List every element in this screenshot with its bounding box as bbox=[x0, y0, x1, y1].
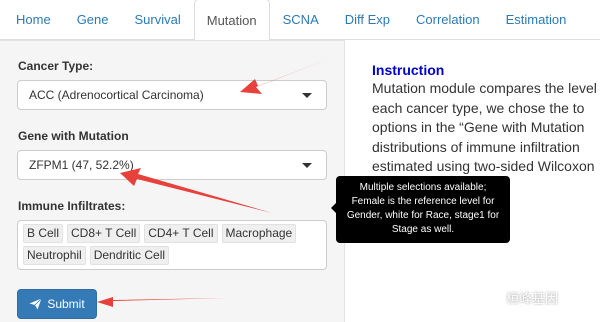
watermark-text: 桓峰基因 bbox=[506, 291, 559, 306]
cancer-type-select[interactable]: ACC (Adrenocortical Carcinoma) bbox=[17, 80, 327, 110]
submit-label: Submit bbox=[47, 297, 85, 311]
caret-down-icon bbox=[302, 163, 312, 168]
cancer-type-label: Cancer Type: bbox=[18, 59, 94, 73]
infiltrates-multiselect[interactable]: B Cell CD8+ T Cell CD4+ T Cell Macrophag… bbox=[17, 220, 327, 270]
tooltip-line: Multiple selections available; bbox=[359, 182, 487, 193]
gene-value: ZFPM1 (47, 52.2%) bbox=[29, 158, 134, 172]
tab-gene[interactable]: Gene bbox=[64, 0, 122, 39]
paper-plane-icon bbox=[29, 298, 43, 310]
tab-scna[interactable]: SCNA bbox=[270, 0, 332, 39]
instruction-line: Mutation module compares the level bbox=[372, 80, 597, 96]
instruction-title: Instruction bbox=[372, 62, 445, 78]
chip-dendritic-cell[interactable]: Dendritic Cell bbox=[89, 246, 170, 265]
tab-home[interactable]: Home bbox=[3, 0, 64, 39]
tab-mutation[interactable]: Mutation bbox=[193, 0, 270, 40]
page: Home Gene Survival Mutation SCNA Diff Ex… bbox=[0, 0, 600, 322]
instruction-panel: Instruction Mutation module compares the… bbox=[372, 62, 600, 177]
chip-neutrophil[interactable]: Neutrophil bbox=[23, 246, 86, 265]
caret-down-icon bbox=[302, 93, 312, 98]
instruction-line: each cancer type, we chose the to bbox=[372, 99, 585, 116]
instruction-line: distributions of immune infiltration bbox=[372, 138, 580, 155]
chip-cd8-t-cell[interactable]: CD8+ T Cell bbox=[67, 224, 141, 243]
tooltip-line: Female is the reference level for bbox=[351, 196, 495, 207]
gene-select[interactable]: ZFPM1 (47, 52.2%) bbox=[17, 150, 327, 180]
chip-macrophage[interactable]: Macrophage bbox=[221, 224, 297, 243]
chip-cd4-t-cell[interactable]: CD4+ T Cell bbox=[144, 224, 218, 243]
gene-label: Gene with Mutation bbox=[18, 129, 129, 143]
tooltip: Multiple selections available; Female is… bbox=[331, 176, 510, 243]
tab-survival[interactable]: Survival bbox=[122, 0, 194, 39]
submit-button[interactable]: Submit bbox=[17, 289, 97, 319]
instruction-line: estimated using two-sided Wilcoxon bbox=[372, 158, 595, 174]
instruction-line: options in the “Gene with Mutation bbox=[372, 119, 585, 135]
watermark: 桓峰基因 bbox=[488, 288, 558, 307]
tab-estimation[interactable]: Estimation bbox=[493, 0, 580, 39]
tooltip-line: Gender, white for Race, stage1 for bbox=[346, 210, 500, 221]
wechat-icon bbox=[488, 291, 502, 304]
chip-b-cell[interactable]: B Cell bbox=[23, 224, 64, 243]
cancer-type-value: ACC (Adrenocortical Carcinoma) bbox=[29, 88, 204, 102]
infiltrates-label: Immune Infiltrates: bbox=[18, 199, 126, 213]
nav-tabs: Home Gene Survival Mutation SCNA Diff Ex… bbox=[0, 0, 600, 40]
tooltip-line: Stage as well. bbox=[391, 224, 455, 235]
tab-correlation[interactable]: Correlation bbox=[403, 0, 493, 39]
tab-diff-exp[interactable]: Diff Exp bbox=[332, 0, 403, 39]
